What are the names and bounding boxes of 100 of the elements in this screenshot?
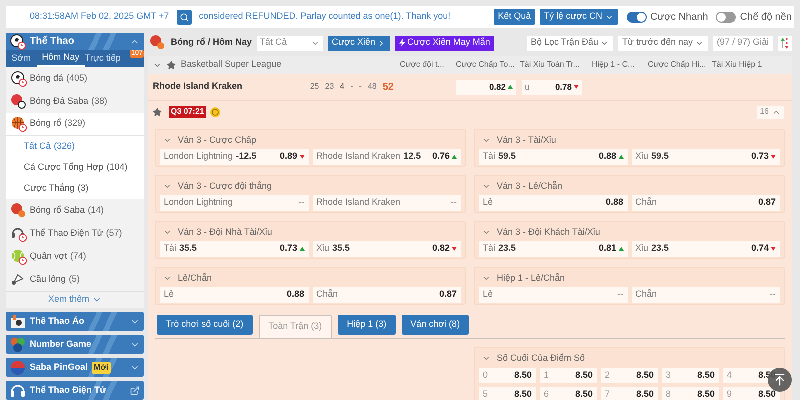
sort-icon[interactable]: [778, 36, 792, 50]
odds-cell[interactable]: Xỉu 35.5 0.82: [312, 241, 461, 257]
market-tab[interactable]: Hiệp 1 (3): [338, 315, 396, 335]
selection-label: Xỉu: [636, 242, 649, 256]
odds-cell[interactable]: London Lightning --: [160, 195, 308, 211]
sport-count: (38): [92, 94, 108, 108]
sidebar-tab[interactable]: Sớm: [6, 50, 37, 67]
sport-item[interactable]: Quần vợt (74): [6, 245, 144, 268]
sub-item-name: Cược Thắng: [24, 182, 75, 195]
odds-cell[interactable]: Rhode Island Kraken 12.5 0.76: [312, 149, 461, 165]
sport-item[interactable]: Bóng đá (405): [6, 67, 144, 90]
odds-cell[interactable]: 5 8.50: [479, 387, 536, 400]
stadium-icon: [10, 314, 26, 330]
category-bar[interactable]: Saba PinGoal Mới: [6, 358, 144, 377]
category-bar[interactable]: Number Game: [6, 335, 144, 354]
filter-select[interactable]: Tất Cả: [257, 36, 324, 50]
filter-dropdown[interactable]: Bộ Lọc Trận Đấu: [526, 36, 614, 50]
odds-cell[interactable]: Xỉu 23.5 0.74: [632, 241, 780, 257]
sport-name: Bóng Đá Saba: [30, 94, 89, 108]
chevron-down-icon[interactable]: [482, 274, 491, 283]
odds-value: 8.50: [514, 388, 532, 400]
toggle-switch[interactable]: [716, 12, 736, 22]
sub-item[interactable]: Tất Cả (326): [6, 136, 144, 157]
sidebar-header[interactable]: Thể Thao: [6, 33, 144, 50]
handicap-line: 23.5: [652, 242, 670, 256]
odds-cell[interactable]: London Lightning -12.5 0.89: [160, 149, 308, 165]
odds-cell[interactable]: 0 8.50: [479, 368, 536, 383]
sport-item[interactable]: Cầu lông (5): [6, 268, 144, 291]
ball-icon: [10, 360, 26, 376]
parlay-button[interactable]: Cược Xiên: [328, 36, 390, 50]
lucky-parlay-button[interactable]: Cược Xiên May Mắn: [395, 36, 494, 50]
odds-cell[interactable]: 1 8.50: [540, 368, 597, 383]
toggle-switch[interactable]: [626, 12, 647, 22]
chevron-down-icon[interactable]: [163, 274, 172, 283]
search-icon: [180, 12, 190, 22]
handicap-line: 59.5: [498, 150, 516, 164]
odds-cell[interactable]: Tài 23.5 0.81: [479, 241, 628, 257]
odds-value: 0.87: [758, 196, 776, 210]
selection-label: 0: [483, 368, 488, 382]
score: -: [350, 81, 354, 93]
chevron-down-icon[interactable]: [482, 354, 491, 363]
odds-cell[interactable]: Chẵn 0.87: [632, 195, 780, 211]
column-header: Cược Chấp Hi...: [648, 59, 708, 71]
sport-item[interactable]: Bóng rổ (329): [6, 113, 144, 136]
odds-cell[interactable]: 0.82: [456, 80, 516, 94]
selection-label: 5: [483, 388, 488, 400]
selection-label: 3: [666, 368, 672, 382]
sport-item[interactable]: Thể Thao Điện Tử (57): [6, 222, 144, 245]
tennis-ball-icon: [11, 248, 27, 264]
market-title: Ván 3 - Đội Khách Tài/Xỉu: [497, 226, 600, 239]
star-icon[interactable]: [153, 108, 162, 116]
category-bar[interactable]: Thế Thao Ảo: [6, 312, 144, 331]
odds-cell[interactable]: Rhode Island Kraken --: [312, 195, 461, 211]
odds-cell[interactable]: 7 8.50: [601, 387, 658, 400]
sport-item[interactable]: Bóng rổ Saba (14): [6, 199, 144, 222]
score: 25: [310, 81, 320, 93]
chevron-down-icon[interactable]: [482, 182, 491, 191]
odds-cell[interactable]: Tài 35.5 0.73: [160, 241, 308, 257]
odds-value: 0.74: [751, 242, 769, 256]
selection-label: 2: [605, 368, 610, 382]
header-button[interactable]: Tỷ lệ cược CN: [540, 9, 618, 25]
filter-dropdown[interactable]: Từ trước đến nay: [618, 36, 708, 50]
category-bar[interactable]: Thể Thao Điện Tử: [6, 381, 144, 400]
odds-cell[interactable]: Chẵn --: [632, 287, 780, 303]
odds-cell[interactable]: Tài 59.5 0.88: [479, 149, 628, 165]
odds-cell[interactable]: Lẻ --: [479, 287, 628, 303]
odds-cell[interactable]: 6 8.50: [540, 387, 597, 400]
odds-cell[interactable]: 9 8.50: [723, 387, 780, 400]
odds-value: 0.73: [280, 242, 298, 256]
odds-cell[interactable]: Xỉu 59.5 0.73: [632, 149, 780, 165]
market-tab[interactable]: Trò chơi số cuối (2): [157, 315, 253, 335]
see-more-link[interactable]: Xem thêm: [6, 291, 144, 308]
score: 48: [368, 81, 377, 93]
selection-label: Xỉu: [316, 242, 330, 256]
chevron-down-icon[interactable]: [482, 228, 491, 237]
market-tab[interactable]: Ván chơi (8): [402, 315, 470, 335]
odds-cell[interactable]: u 0.78: [522, 80, 582, 94]
odds-cell[interactable]: Chẵn 0.87: [312, 287, 461, 303]
chevron-down-icon[interactable]: [482, 136, 491, 145]
sport-count: (74): [70, 250, 86, 263]
chevron-down-icon[interactable]: [163, 182, 172, 191]
selection-label: Rhode Island Kraken: [316, 196, 401, 210]
sub-item[interactable]: Cá Cược Tổng Hợp (104): [6, 157, 144, 178]
chevron-down-icon[interactable]: [163, 228, 172, 237]
external-link-icon[interactable]: [130, 386, 140, 396]
odds-value: --: [451, 196, 457, 210]
chevron-down-icon[interactable]: [163, 136, 172, 145]
odds-cell[interactable]: Lẻ 0.88: [479, 195, 628, 211]
sport-item[interactable]: Bóng Đá Saba (38): [6, 90, 144, 113]
header-button[interactable]: Kết Quả: [494, 9, 536, 25]
sport-name: Bóng rổ Saba: [30, 204, 86, 217]
odds-cell[interactable]: 2 8.50: [601, 368, 658, 383]
search-button[interactable]: [177, 10, 192, 24]
sport-count: (14): [88, 204, 104, 217]
odds-cell[interactable]: 8 8.50: [662, 387, 719, 400]
odds-cell[interactable]: 3 8.50: [662, 368, 719, 383]
star-icon[interactable]: [167, 60, 176, 70]
sub-item[interactable]: Cược Thắng (3): [6, 178, 144, 199]
headset-icon: [11, 226, 27, 242]
odds-cell[interactable]: Lẻ 0.88: [160, 287, 308, 303]
